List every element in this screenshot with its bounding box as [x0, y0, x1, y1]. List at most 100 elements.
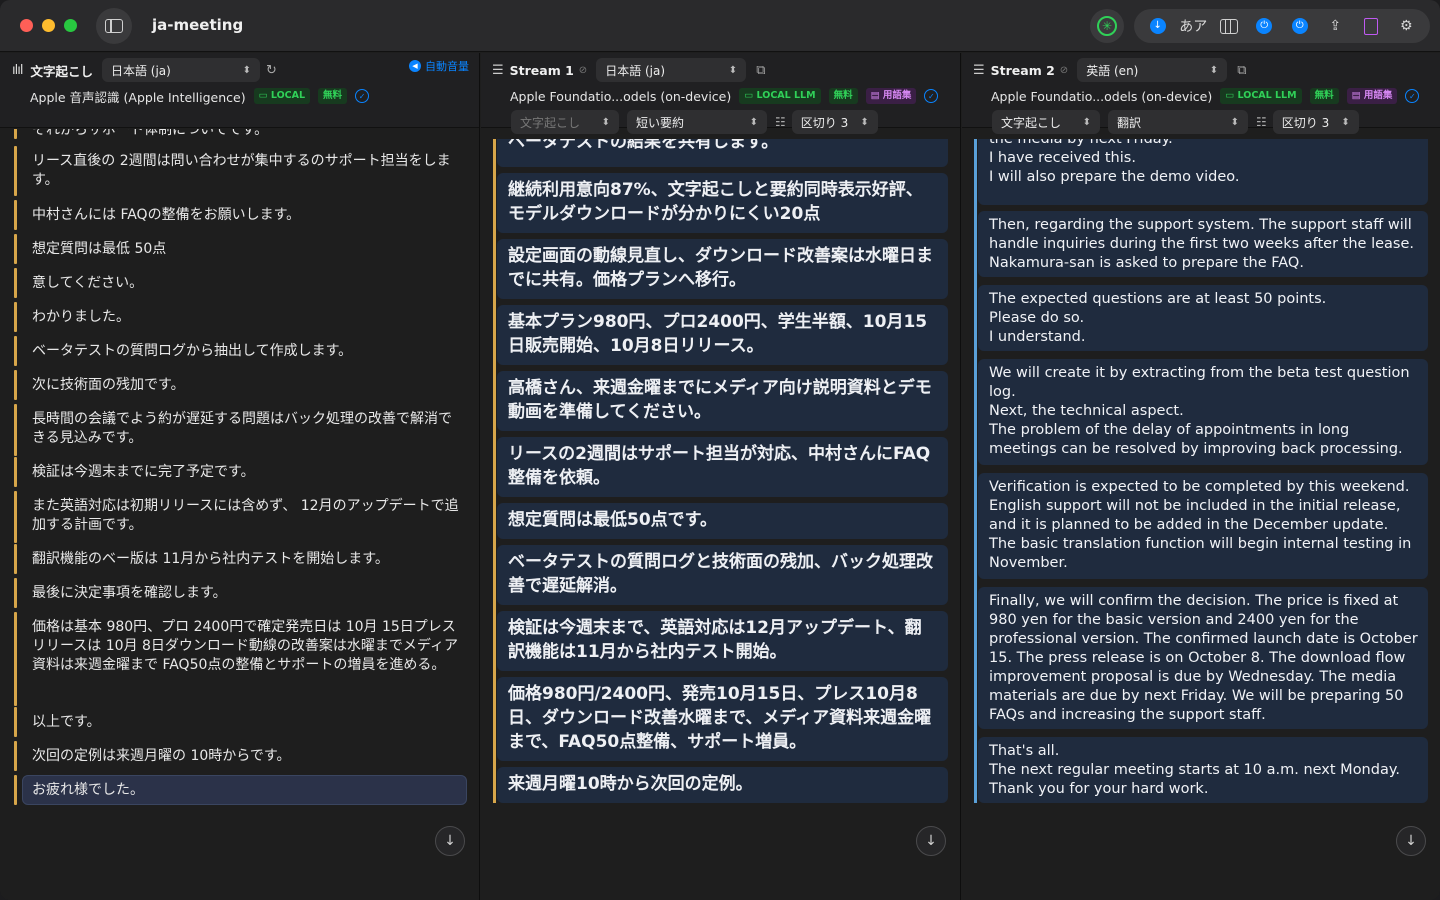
summary-card[interactable]: 想定質問は最低50点です。	[497, 503, 948, 539]
stream1-source-value: 文字起こし	[520, 115, 581, 130]
summary-card[interactable]: リースの2週間はサポート担当が対応、中村さんにFAQ整備を依頼。	[497, 437, 948, 497]
stream2-mode-value: 翻訳	[1117, 115, 1142, 130]
translation-card[interactable]: We will create it by extracting from the…	[978, 359, 1428, 465]
transcript-row[interactable]: 翻訳機能のベー版は 11月から社内テストを開始します。	[14, 544, 467, 574]
summary-text: ベータテストの質問ログと技術面の残加、バック処理改善で遅延解消。	[508, 552, 933, 596]
stream2-language-select[interactable]: 英語 (en) ⬍	[1077, 58, 1228, 82]
stream2-source-select[interactable]: 文字起こし ⬍	[992, 110, 1100, 134]
close-window-button[interactable]	[20, 19, 33, 32]
record-button[interactable]: ✳	[1090, 9, 1124, 43]
power-button-2[interactable]: ⏻	[1286, 12, 1314, 40]
sidebar-icon	[105, 19, 123, 33]
pane-divider[interactable]	[479, 53, 480, 900]
kana-button[interactable]: あア	[1179, 12, 1207, 40]
transcript-row[interactable]: 価格は基本 980円、プロ 2400円で確定発売日は 10月 15日プレスリリー…	[14, 612, 467, 706]
copy-icon[interactable]: ⧉	[756, 63, 765, 78]
auto-volume-label: 自動音量	[425, 60, 469, 73]
download-button[interactable]: ↓	[1144, 12, 1172, 40]
translation-text: We will create it by extracting from the…	[989, 365, 1410, 457]
pane-divider[interactable]	[960, 53, 961, 900]
sidebar-toggle-button[interactable]	[96, 8, 132, 44]
summary-card[interactable]: 継続利用意向87%、文字起こしと要約同時表示好評、モデルダウンロードが分かりにく…	[497, 173, 948, 233]
scroll-to-bottom-button[interactable]: ↓	[916, 826, 946, 856]
transcript-text: お疲れ様でした。	[32, 782, 144, 798]
stream1-model-row: Apple Foundatio...odels (on-device) ▭ LO…	[510, 84, 939, 108]
stream1-split-select[interactable]: 区切り 3 ⬍	[791, 110, 878, 134]
stream2-split-select[interactable]: 区切り 3 ⬍	[1272, 110, 1359, 134]
checkmark-icon[interactable]: ✓	[355, 89, 370, 103]
transcript-row[interactable]: 以上です。	[14, 707, 467, 737]
transcript-row[interactable]: 次に技術面の残加です。	[14, 370, 467, 400]
summary-text: リースの2週間はサポート担当が対応、中村さんにFAQ整備を依頼。	[508, 444, 931, 488]
checkmark-icon[interactable]: ✓	[924, 89, 939, 103]
checkmark-icon[interactable]: ✓	[1405, 89, 1420, 103]
chevron-updown-icon: ⬍	[728, 64, 738, 76]
stream1-source-select[interactable]: 文字起こし ⬍	[511, 110, 619, 134]
translation-card[interactable]: That's all. The next regular meeting sta…	[978, 737, 1428, 803]
stream1-accent-bar	[493, 139, 496, 803]
transcript-row[interactable]: 想定質問は最低 50点	[14, 234, 467, 264]
scroll-to-bottom-button[interactable]: ↓	[1396, 826, 1426, 856]
stream2-language-value: 英語 (en)	[1086, 63, 1139, 78]
transcript-row[interactable]: リース直後の 2週間は問い合わせが集中するのサポート担当をします。	[14, 146, 467, 196]
translation-card[interactable]: Verification is expected to be completed…	[978, 473, 1428, 579]
transcript-row[interactable]: お疲れ様でした。	[14, 775, 467, 805]
stream1-language-select[interactable]: 日本語 (ja) ⬍	[596, 58, 747, 82]
translation-card[interactable]: Finally, we will confirm the decision. T…	[978, 587, 1428, 729]
transcript-row[interactable]: 長時間の会議でよう約が遅延する問題はバック処理の改善で解消できる見込みです。	[14, 404, 467, 456]
title-bar: ja-meeting ✳ ↓ あア ⏻ ⏻ ⇪ ⚙	[0, 0, 1440, 52]
summary-card[interactable]: 検証は今週末まで、英語対応は12月アップデート、翻訳機能は11月から社内テスト開…	[497, 611, 948, 671]
refresh-icon[interactable]: ↻	[266, 63, 277, 78]
record-icon: ✳	[1097, 16, 1117, 36]
model-name: Apple 音声認識 (Apple Intelligence)	[30, 89, 246, 105]
transcript-row[interactable]: 中村さんには FAQの整備をお願いします。	[14, 200, 467, 230]
download-icon: ↓	[1149, 18, 1166, 34]
stream1-disabled-icon: ⊘	[578, 64, 588, 76]
transcript-text: 最後に決定事項を確認します。	[32, 585, 227, 601]
summary-card[interactable]: 価格980円/2400円、発売10月15日、プレス10月8日、ダウンロード改善水…	[497, 677, 948, 761]
zoom-window-button[interactable]	[64, 19, 77, 32]
translation-card[interactable]: the media by next Friday. I have receive…	[978, 139, 1428, 205]
translation-card[interactable]: The expected questions are at least 50 p…	[978, 285, 1428, 351]
summary-card[interactable]: 基本プラン980円、プロ2400円、学生半額、10月15日販売開始、10月8日リ…	[497, 305, 948, 365]
transcript-text: 翻訳機能のベー版は 11月から社内テストを開始します。	[32, 551, 389, 567]
summary-card[interactable]: 来週月曜10時から次回の定例。	[497, 767, 948, 803]
speaker-bar	[14, 129, 17, 139]
transcript-label: 文字起こし	[30, 63, 93, 79]
transcript-row[interactable]: 検証は今週末までに完了予定です。	[14, 457, 467, 487]
stream2-list: the media by next Friday. I have receive…	[962, 139, 1440, 823]
settings-button[interactable]: ⚙	[1392, 12, 1420, 40]
transcript-text: 検証は今週末までに完了予定です。	[32, 464, 255, 480]
minimize-window-button[interactable]	[42, 19, 55, 32]
transcript-row[interactable]: 次回の定例は来週月曜の 10時からです。	[14, 741, 467, 771]
transcript-row[interactable]: ベータテストの質問ログから抽出して作成します。	[14, 336, 467, 366]
stream1-model-name: Apple Foundatio...odels (on-device)	[510, 88, 732, 104]
speaker-bar	[14, 775, 17, 805]
transcript-text: 価格は基本 980円、プロ 2400円で確定発売日は 10月 15日プレスリリー…	[32, 619, 458, 673]
transcript-row[interactable]: それからサポート体制についてです。	[14, 129, 467, 139]
transcript-row[interactable]: 最後に決定事項を確認します。	[14, 578, 467, 608]
speaker-bar	[14, 336, 17, 366]
language-select[interactable]: 日本語 (ja) ⬍	[101, 58, 260, 82]
summary-card[interactable]: 設定画面の動線見直し、ダウンロード改善案は水曜日までに共有。価格プランへ移行。	[497, 239, 948, 299]
speaker-bar	[14, 707, 17, 737]
chevron-updown-icon: ⬍	[749, 116, 758, 128]
power-button-1[interactable]: ⏻	[1250, 12, 1278, 40]
auto-volume-toggle[interactable]: ◀ 自動音量	[409, 58, 469, 74]
summary-card[interactable]: ベータテストの質問ログと技術面の残加、バック処理改善で遅延解消。	[497, 545, 948, 605]
summary-card[interactable]: 高橋さん、来週金曜までにメディア向け説明資料とデモ動画を準備してください。	[497, 371, 948, 431]
stream1-language-value: 日本語 (ja)	[605, 63, 666, 78]
transcript-row[interactable]: 意してください。	[14, 268, 467, 298]
scroll-to-bottom-button[interactable]: ↓	[435, 826, 465, 856]
columns-button[interactable]	[1215, 12, 1243, 40]
share-button[interactable]: ⇪	[1321, 12, 1349, 40]
transcript-row[interactable]: また英語対応は初期リリースには含めず、 12月のアップデートで追加する計画です。	[14, 491, 467, 543]
translation-card[interactable]: Then, regarding the support system. The …	[978, 211, 1428, 277]
stream1-mode-select[interactable]: 短い要約 ⬍	[627, 110, 767, 134]
copy-icon[interactable]: ⧉	[1237, 63, 1246, 78]
summary-card[interactable]: ベータテストの結果を共有します。	[497, 139, 948, 167]
glossary-button[interactable]	[1357, 12, 1385, 40]
transcript-row[interactable]: わかりました。	[14, 302, 467, 332]
translation-text: Finally, we will confirm the decision. T…	[989, 593, 1418, 723]
stream2-mode-select[interactable]: 翻訳 ⬍	[1108, 110, 1248, 134]
